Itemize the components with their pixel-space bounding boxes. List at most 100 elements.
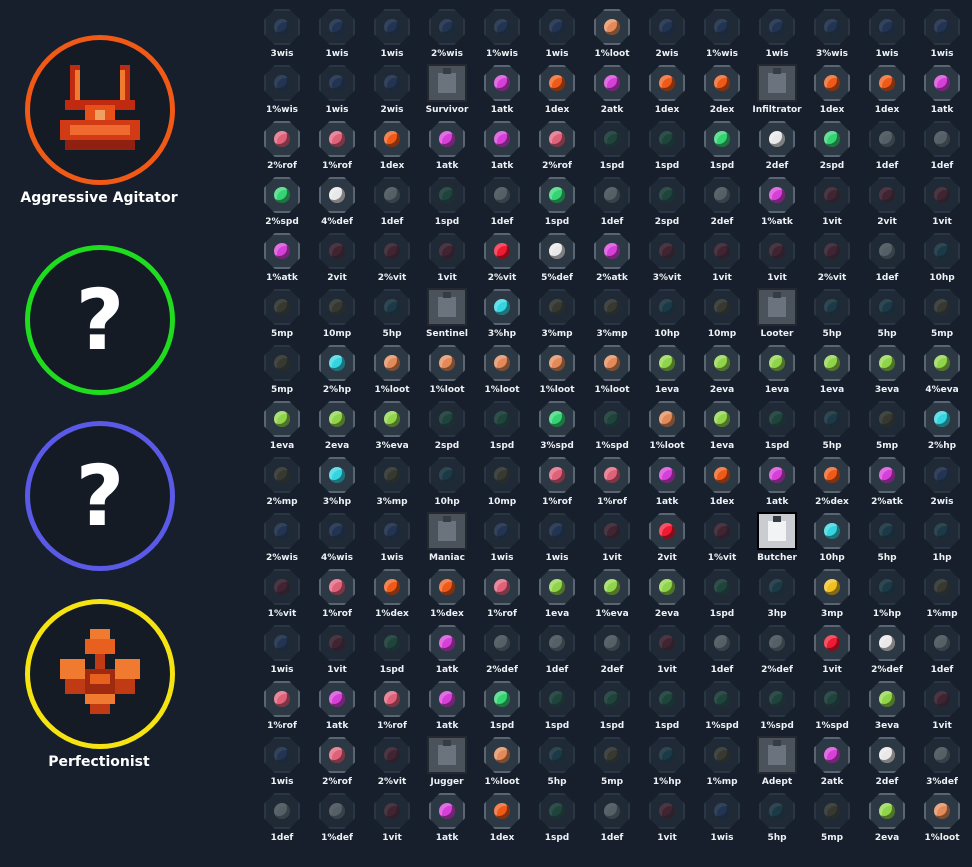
stat-node[interactable]: 1eva [694, 398, 750, 454]
stat-node[interactable]: 2%hp [309, 342, 365, 398]
stat-node[interactable]: 1spd [639, 678, 695, 734]
stat-node[interactable]: 1atk [474, 118, 530, 174]
stat-node[interactable]: 1eva [749, 342, 805, 398]
stat-node[interactable]: 5hp [749, 790, 805, 846]
stat-node[interactable]: 5mp [254, 286, 310, 342]
stat-node[interactable]: 2%spd [254, 174, 310, 230]
stat-node[interactable]: 1atk [914, 62, 970, 118]
stat-node[interactable]: 1dex [694, 454, 750, 510]
stat-node[interactable]: 1%rof [309, 566, 365, 622]
stat-node[interactable]: 5mp [584, 734, 640, 790]
stat-node[interactable]: 1%wis [474, 6, 530, 62]
stat-node[interactable]: 1vit [419, 230, 475, 286]
stat-node[interactable]: 1atk [309, 678, 365, 734]
stat-node[interactable]: 1eva [804, 342, 860, 398]
stat-node[interactable]: 1atk [749, 454, 805, 510]
stat-node[interactable]: 1spd [419, 174, 475, 230]
stat-node[interactable]: 2vit [639, 510, 695, 566]
class-emblem[interactable] [25, 35, 175, 185]
stat-node[interactable]: 1%rof [254, 678, 310, 734]
stat-node[interactable]: 2eva [309, 398, 365, 454]
stat-node[interactable]: 3%wis [804, 6, 860, 62]
stat-node[interactable]: 5mp [859, 398, 915, 454]
stat-node[interactable]: 5mp [254, 342, 310, 398]
stat-node[interactable]: 1def [859, 230, 915, 286]
stat-node[interactable]: 1dex [639, 62, 695, 118]
milestone-node[interactable]: Butcher [749, 510, 805, 566]
stat-node[interactable]: 1spd [529, 678, 585, 734]
class-emblem-locked[interactable]: ? [25, 421, 175, 571]
stat-node[interactable]: 3%eva [364, 398, 420, 454]
stat-node[interactable]: 1%loot [914, 790, 970, 846]
stat-node[interactable]: 2%rof [254, 118, 310, 174]
stat-node[interactable]: 1%loot [474, 734, 530, 790]
stat-node[interactable]: 1%hp [859, 566, 915, 622]
stat-node[interactable]: 2def [749, 118, 805, 174]
stat-node[interactable]: 2vit [309, 230, 365, 286]
stat-node[interactable]: 2def [859, 734, 915, 790]
stat-node[interactable]: 1%def [309, 790, 365, 846]
stat-node[interactable]: 1%rof [309, 118, 365, 174]
stat-node[interactable]: 1vit [584, 510, 640, 566]
stat-node[interactable]: 1atk [639, 454, 695, 510]
stat-node[interactable]: 1atk [419, 790, 475, 846]
stat-node[interactable]: 1eva [254, 398, 310, 454]
stat-node[interactable]: 1def [584, 174, 640, 230]
stat-node[interactable]: 4%def [309, 174, 365, 230]
stat-node[interactable]: 2%dex [804, 454, 860, 510]
stat-node[interactable]: 2wis [639, 6, 695, 62]
stat-node[interactable]: 1%mp [914, 566, 970, 622]
stat-node[interactable]: 1%dex [419, 566, 475, 622]
stat-node[interactable]: 5hp [804, 286, 860, 342]
class-emblem[interactable] [25, 599, 175, 749]
stat-node[interactable]: 1vit [914, 174, 970, 230]
stat-node[interactable]: 1%spd [584, 398, 640, 454]
stat-node[interactable]: 1vit [309, 622, 365, 678]
stat-node[interactable]: 1spd [474, 678, 530, 734]
stat-node[interactable]: 2%wis [254, 510, 310, 566]
stat-node[interactable]: 1def [859, 118, 915, 174]
stat-node[interactable]: 1spd [529, 790, 585, 846]
stat-node[interactable]: 10mp [309, 286, 365, 342]
stat-node[interactable]: 2spd [639, 174, 695, 230]
stat-node[interactable]: 10mp [694, 286, 750, 342]
stat-node[interactable]: 2spd [804, 118, 860, 174]
stat-node[interactable]: 3wis [254, 6, 310, 62]
stat-node[interactable]: 1%loot [639, 398, 695, 454]
stat-node[interactable]: 1vit [914, 678, 970, 734]
stat-node[interactable]: 1wis [749, 6, 805, 62]
stat-node[interactable]: 1spd [639, 118, 695, 174]
stat-node[interactable]: 10hp [639, 286, 695, 342]
stat-node[interactable]: 1%dex [364, 566, 420, 622]
stat-node[interactable]: 1atk [419, 622, 475, 678]
stat-node[interactable]: 1wis [859, 6, 915, 62]
stat-node[interactable]: 1def [474, 174, 530, 230]
stat-node[interactable]: 1vit [694, 230, 750, 286]
stat-node[interactable]: 1hp [914, 510, 970, 566]
stat-node[interactable]: 1def [914, 622, 970, 678]
stat-node[interactable]: 1spd [529, 174, 585, 230]
stat-node[interactable]: 2%vit [364, 230, 420, 286]
stat-node[interactable]: 1vit [804, 622, 860, 678]
stat-node[interactable]: 1wis [529, 510, 585, 566]
stat-node[interactable]: 2%vit [364, 734, 420, 790]
stat-node[interactable]: 1wis [364, 6, 420, 62]
stat-node[interactable]: 2vit [859, 174, 915, 230]
stat-node[interactable]: 3%mp [364, 454, 420, 510]
stat-node[interactable]: 2wis [364, 62, 420, 118]
stat-node[interactable]: 2def [584, 622, 640, 678]
stat-node[interactable]: 1spd [474, 398, 530, 454]
milestone-node[interactable]: Looter [749, 286, 805, 342]
stat-node[interactable]: 3%mp [584, 286, 640, 342]
stat-node[interactable]: 1%rof [584, 454, 640, 510]
stat-node[interactable]: 1vit [639, 622, 695, 678]
stat-node[interactable]: 3%hp [309, 454, 365, 510]
stat-node[interactable]: 4%wis [309, 510, 365, 566]
stat-node[interactable]: 5mp [804, 790, 860, 846]
stat-node[interactable]: 1%rof [364, 678, 420, 734]
stat-node[interactable]: 1%spd [804, 678, 860, 734]
stat-node[interactable]: 2eva [639, 566, 695, 622]
stat-node[interactable]: 2def [694, 174, 750, 230]
stat-node[interactable]: 10hp [804, 510, 860, 566]
stat-node[interactable]: 1%spd [694, 678, 750, 734]
